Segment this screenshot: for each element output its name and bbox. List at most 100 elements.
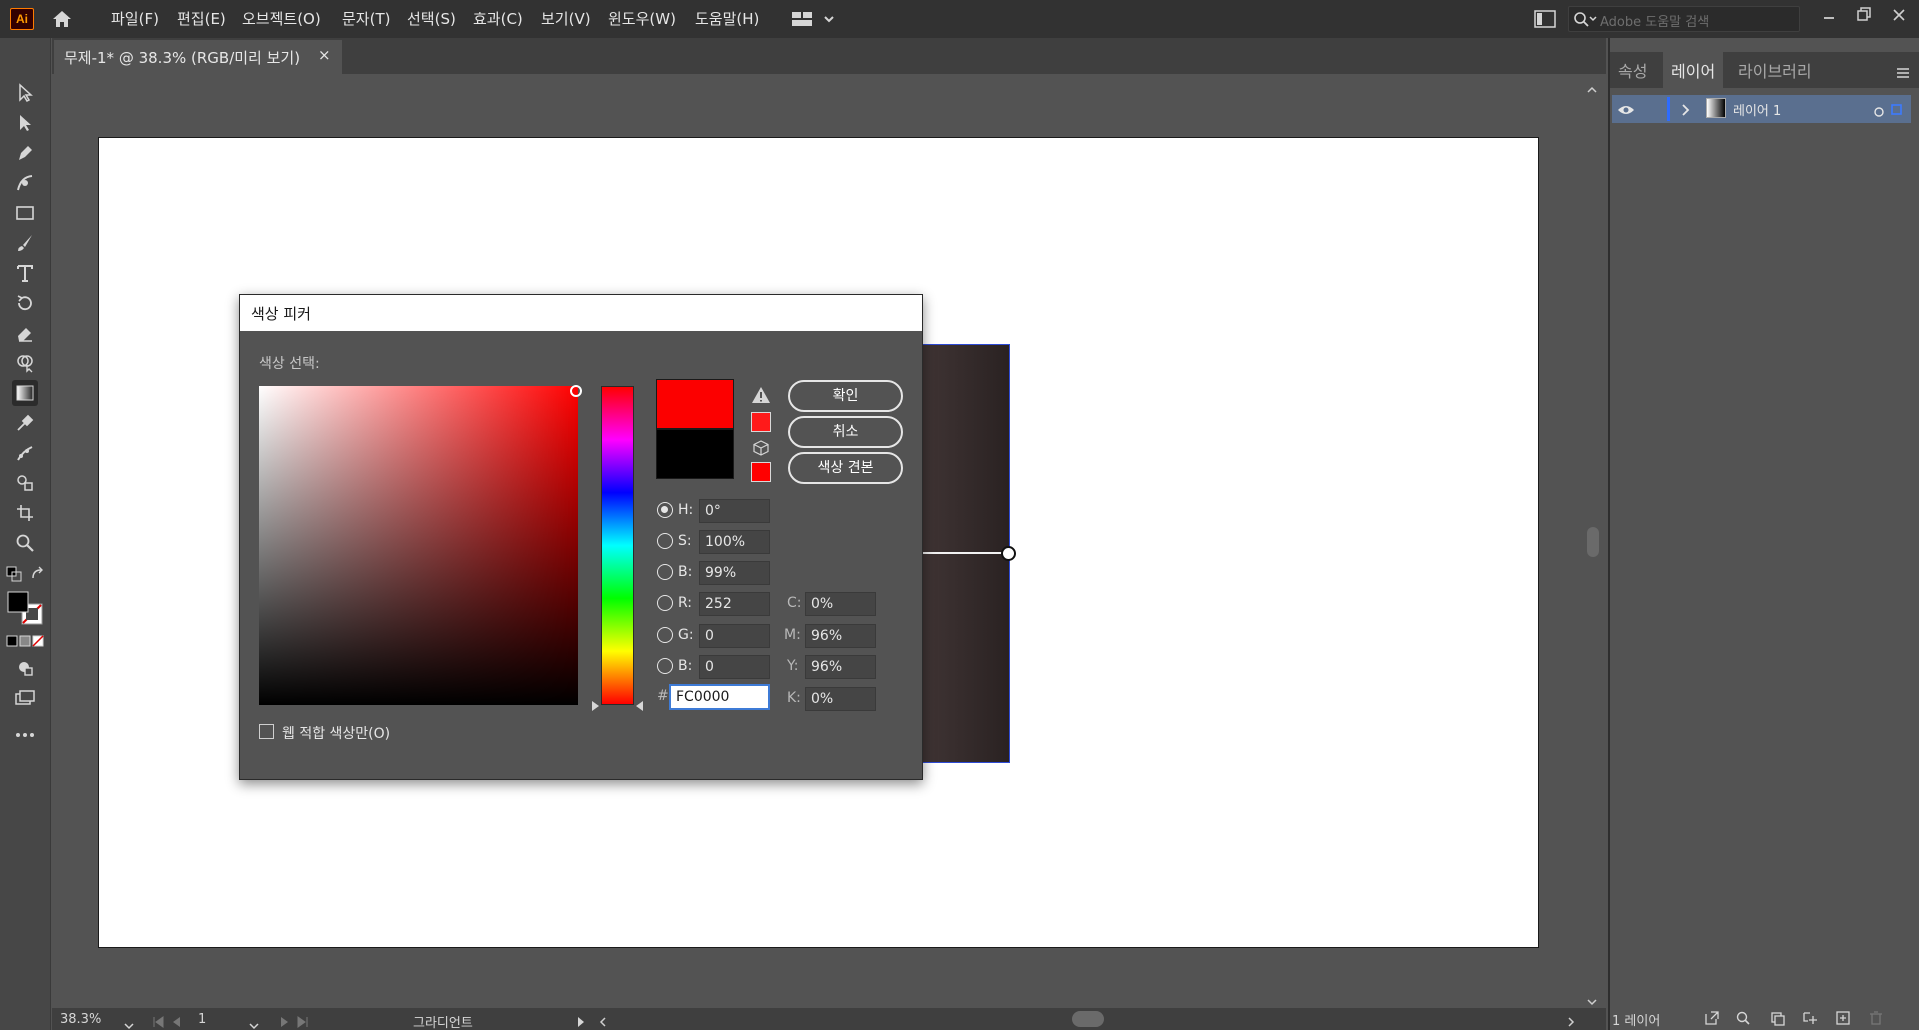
vertical-scroll-thumb[interactable] <box>1587 527 1599 557</box>
magenta-field[interactable]: 96% <box>805 624 876 648</box>
scroll-right-icon[interactable] <box>1566 1013 1576 1030</box>
menu-select[interactable]: 선택(S) <box>407 8 456 29</box>
hue-radio[interactable] <box>657 502 673 518</box>
color-mode-icons[interactable] <box>6 633 46 652</box>
black-field[interactable]: 0% <box>805 687 876 711</box>
puppet-warp-tool-icon[interactable] <box>12 440 38 466</box>
menu-view[interactable]: 보기(V) <box>541 8 591 29</box>
scroll-left-icon[interactable] <box>598 1013 608 1030</box>
eyedropper-tool-icon[interactable] <box>12 410 38 436</box>
hue-slider-left-arrow[interactable] <box>592 701 599 711</box>
paintbrush-tool-icon[interactable] <box>12 230 38 256</box>
original-color-swatch[interactable] <box>656 429 734 479</box>
selection-tool-icon[interactable] <box>12 80 38 106</box>
curvature-tool-icon[interactable] <box>12 170 38 196</box>
gradient-end-stop[interactable] <box>1001 546 1016 561</box>
gradient-tool-icon[interactable] <box>12 380 38 406</box>
visibility-eye-icon[interactable] <box>1617 102 1635 121</box>
saturation-field[interactable]: 100% <box>699 530 770 554</box>
menu-effect[interactable]: 효과(C) <box>473 8 523 29</box>
pen-tool-icon[interactable] <box>12 140 38 166</box>
hue-field[interactable]: 0° <box>699 499 770 523</box>
symbol-sprayer-tool-icon[interactable] <box>12 470 38 496</box>
cancel-button[interactable]: 취소 <box>788 416 903 448</box>
saturation-radio[interactable] <box>657 533 673 549</box>
in-gamut-color-swatch[interactable] <box>751 412 771 432</box>
blue-label: B: <box>678 658 693 674</box>
zoom-dropdown-icon[interactable] <box>123 1015 135 1030</box>
layer-color-indicator <box>1667 97 1670 121</box>
dialog-titlebar[interactable] <box>240 295 922 331</box>
horizontal-scroll-thumb[interactable] <box>1072 1011 1104 1027</box>
menu-type[interactable]: 문자(T) <box>342 8 390 29</box>
screen-mode-icon[interactable] <box>12 685 38 711</box>
rotate-tool-icon[interactable] <box>12 290 38 316</box>
eraser-tool-icon[interactable] <box>12 320 38 346</box>
draw-mode-icon[interactable] <box>12 655 38 681</box>
magenta-label: M: <box>784 627 801 643</box>
close-tab-icon[interactable]: × <box>318 46 331 64</box>
type-tool-icon[interactable] <box>12 260 38 286</box>
blue-field[interactable]: 0 <box>699 655 770 679</box>
yellow-field[interactable]: 96% <box>805 655 876 679</box>
brightness-field[interactable]: 99% <box>699 561 770 585</box>
cyan-field[interactable]: 0% <box>805 592 876 616</box>
artboard-tool-icon[interactable] <box>12 500 38 526</box>
menu-help[interactable]: 도움말(H) <box>695 8 759 29</box>
default-fill-stroke-icon[interactable] <box>6 566 22 586</box>
last-artboard-icon[interactable] <box>277 1013 309 1030</box>
hex-field[interactable]: FC0000 <box>669 684 770 710</box>
hue-slider-right-arrow[interactable] <box>636 701 643 711</box>
rectangle-tool-icon[interactable] <box>12 200 38 226</box>
layer-target-icon[interactable] <box>1873 103 1885 122</box>
color-field-cursor[interactable] <box>570 385 582 397</box>
red-field[interactable]: 252 <box>699 592 770 616</box>
restore-icon[interactable] <box>1851 6 1877 30</box>
menu-file[interactable]: 파일(F) <box>111 8 159 29</box>
cyan-label: C: <box>787 595 802 611</box>
tab-libraries[interactable]: 라이브러리 <box>1738 58 1812 82</box>
red-radio[interactable] <box>657 595 673 611</box>
saturation-label: S: <box>678 533 692 549</box>
artboard-number[interactable]: 1 <box>198 1012 206 1027</box>
layer-thumbnail <box>1706 98 1726 118</box>
brightness-radio[interactable] <box>657 564 673 580</box>
status-menu-icon[interactable] <box>576 1013 586 1030</box>
first-artboard-icon[interactable] <box>152 1013 184 1030</box>
hue-slider[interactable] <box>601 386 634 705</box>
fill-stroke-swatches[interactable] <box>6 590 46 630</box>
panel-menu-icon[interactable] <box>1896 64 1910 83</box>
expand-layer-icon[interactable] <box>1680 102 1690 121</box>
shape-builder-tool-icon[interactable] <box>12 350 38 376</box>
green-field[interactable]: 0 <box>699 624 770 648</box>
more-tools-icon[interactable] <box>12 722 38 748</box>
layer-name[interactable]: 레이어 1 <box>1733 100 1781 119</box>
scroll-up-icon[interactable] <box>1586 80 1598 99</box>
not-web-safe-icon <box>753 440 769 460</box>
menu-window[interactable]: 윈도우(W) <box>608 8 676 29</box>
web-safe-color-swatch[interactable] <box>751 462 771 482</box>
blue-radio[interactable] <box>657 658 673 674</box>
color-swatches-button[interactable]: 색상 견본 <box>788 452 903 484</box>
tab-layers[interactable]: 레이어 <box>1671 58 1715 82</box>
layer-selection-icon[interactable] <box>1890 102 1904 121</box>
web-colors-only-label: 웹 적합 색상만(O) <box>282 726 391 742</box>
menu-edit[interactable]: 편집(E) <box>177 8 226 29</box>
color-field[interactable] <box>259 386 578 705</box>
home-icon[interactable] <box>50 7 74 31</box>
zoom-level[interactable]: 38.3% <box>60 1012 101 1027</box>
minimize-icon[interactable] <box>1816 6 1842 30</box>
green-radio[interactable] <box>657 627 673 643</box>
swap-fill-stroke-icon[interactable] <box>30 566 46 586</box>
tab-properties[interactable]: 속성 <box>1618 58 1647 82</box>
arrange-documents-icon[interactable] <box>1534 10 1556 32</box>
direct-selection-tool-icon[interactable] <box>12 110 38 136</box>
artboard-dropdown-icon[interactable] <box>248 1015 260 1030</box>
close-window-icon[interactable] <box>1886 6 1912 30</box>
workspace-switcher-icon[interactable] <box>792 10 838 32</box>
ok-button[interactable]: 확인 <box>788 380 903 412</box>
dialog-title: 색상 피커 <box>251 305 311 323</box>
menu-object[interactable]: 오브젝트(O) <box>242 8 321 29</box>
web-colors-only-checkbox[interactable] <box>259 724 274 739</box>
zoom-tool-icon[interactable] <box>12 530 38 556</box>
